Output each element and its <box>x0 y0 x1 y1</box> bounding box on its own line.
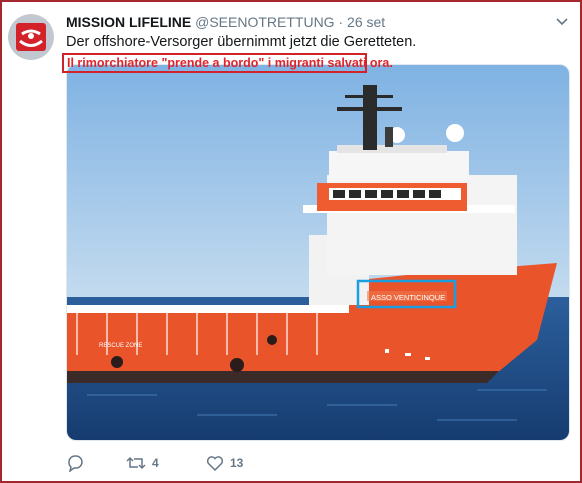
retweet-icon <box>126 456 146 470</box>
avatar[interactable] <box>8 14 54 60</box>
ship-name: ASSO VENTICINQUE <box>371 293 445 302</box>
reply-icon <box>68 455 83 472</box>
tweet-actions: 4 13 <box>66 452 286 474</box>
tweet-header: MISSION LIFELINE @SEENOTRETTUNG · 26 set <box>66 13 542 31</box>
avatar-logo-icon <box>8 14 54 60</box>
chevron-down-icon[interactable] <box>554 14 570 30</box>
overlay-caption: Il rimorchiatore "prende a bordo" i migr… <box>67 56 393 70</box>
author-handle[interactable]: @SEENOTRETTUNG <box>195 14 334 30</box>
retweet-count: 4 <box>152 456 159 470</box>
separator-dot: · <box>338 14 344 30</box>
tweet-text: Der offshore-Versorger übernimmt jetzt d… <box>66 34 417 50</box>
retweet-button[interactable]: 4 <box>126 454 206 472</box>
heart-icon <box>206 456 224 472</box>
ship-photo: RESCUE ZONE ASSO VENTICINQUE <box>67 65 569 440</box>
deck-label: RESCUE ZONE <box>99 343 142 349</box>
tweet-media[interactable]: RESCUE ZONE ASSO VENTICINQUE <box>66 64 570 441</box>
tweet-date[interactable]: 26 set <box>347 14 385 30</box>
like-button[interactable]: 13 <box>206 454 286 472</box>
author-name[interactable]: MISSION LIFELINE <box>66 14 191 30</box>
reply-button[interactable] <box>66 454 126 472</box>
like-count: 13 <box>230 456 244 470</box>
